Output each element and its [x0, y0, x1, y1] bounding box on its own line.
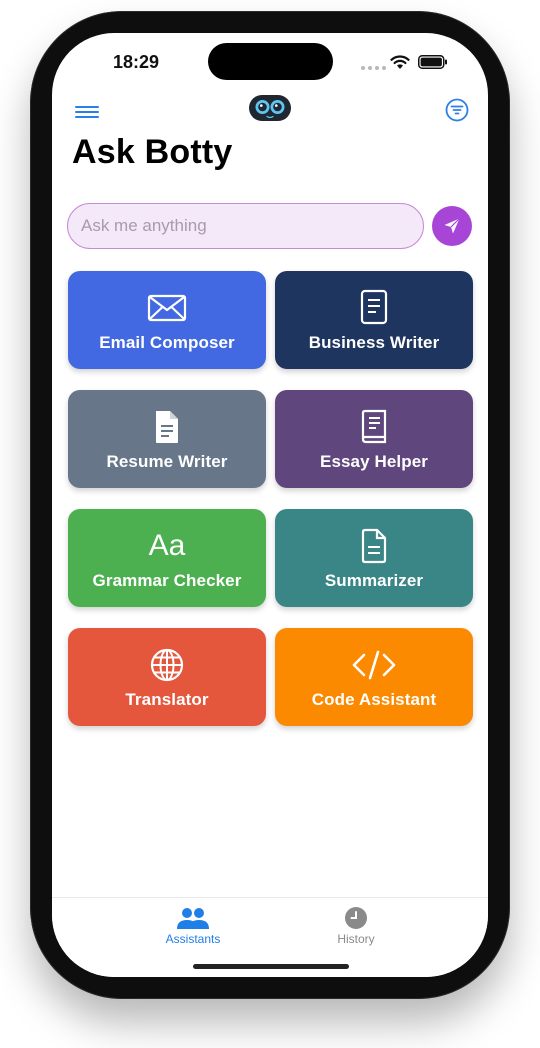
text-format-icon: Aa — [148, 529, 186, 562]
tab-label: Assistants — [165, 932, 221, 946]
phone-frame: 18:29 Ask Botty Ask me anything Email Co… — [30, 11, 510, 999]
tile-essay-helper[interactable]: Essay Helper — [275, 390, 473, 488]
tab-assistants[interactable]: Assistants — [153, 906, 233, 946]
tile-translator[interactable]: Translator — [68, 628, 266, 726]
tab-history[interactable]: History — [316, 906, 396, 946]
robot-face-icon — [249, 95, 291, 121]
document-lines-icon — [361, 528, 387, 564]
battery-icon — [418, 55, 447, 69]
tile-label: Resume Writer — [106, 452, 228, 471]
send-icon — [444, 218, 460, 234]
tile-label: Translator — [125, 690, 209, 709]
tile-label: Email Composer — [99, 333, 235, 352]
envelope-icon — [147, 294, 187, 322]
tile-business-writer[interactable]: Business Writer — [275, 271, 473, 369]
tile-summarizer[interactable]: Summarizer — [275, 509, 473, 607]
assistants-grid: Email Composer Business Writer Resume Wr… — [68, 271, 473, 726]
file-text-icon — [156, 411, 178, 443]
dynamic-island — [208, 43, 333, 80]
screen: 18:29 Ask Botty Ask me anything Email Co… — [52, 33, 488, 977]
people-icon — [177, 908, 209, 929]
send-button[interactable] — [432, 206, 472, 246]
tile-label: Essay Helper — [320, 452, 428, 471]
tile-label: Business Writer — [308, 333, 440, 352]
clock-icon — [345, 907, 367, 929]
tile-resume-writer[interactable]: Resume Writer — [68, 390, 266, 488]
filter-icon[interactable] — [444, 97, 470, 123]
tile-label: Grammar Checker — [92, 571, 242, 590]
tile-email-composer[interactable]: Email Composer — [68, 271, 266, 369]
ask-input[interactable] — [67, 203, 424, 249]
home-indicator — [193, 964, 349, 969]
hamburger-menu-icon[interactable] — [74, 101, 100, 123]
tile-grammar-checker[interactable]: Aa Grammar Checker — [68, 509, 266, 607]
tile-code-assistant[interactable]: Code Assistant — [275, 628, 473, 726]
wifi-icon — [390, 55, 410, 69]
document-icon — [360, 289, 388, 325]
tile-label: Code Assistant — [311, 690, 437, 709]
globe-icon — [150, 648, 184, 682]
tile-label: Summarizer — [324, 571, 424, 590]
page-title: Ask Botty — [72, 133, 233, 171]
signal-icon — [361, 66, 386, 70]
book-icon — [361, 409, 387, 444]
status-time: 18:29 — [112, 52, 160, 72]
code-icon — [352, 650, 396, 680]
tab-label: History — [337, 932, 375, 946]
